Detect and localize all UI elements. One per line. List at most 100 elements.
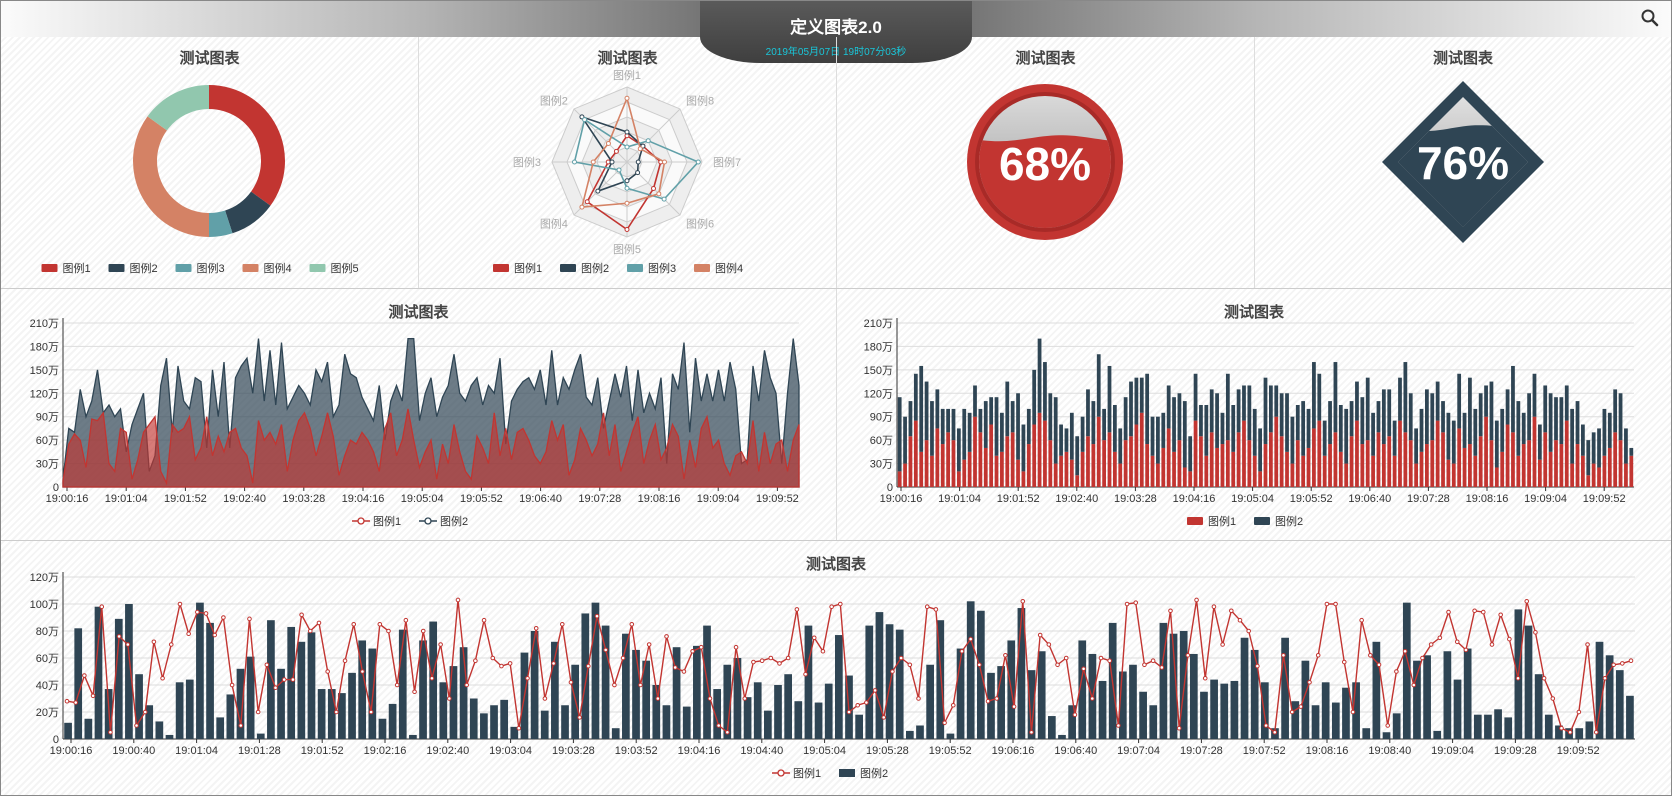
bar [1607,447,1612,487]
line-point [1246,628,1251,634]
legend-swatch [1187,517,1203,525]
bar [1441,401,1445,433]
radar-point [656,191,662,197]
bar [1317,373,1322,421]
bar [1451,463,1456,487]
bar [1091,444,1096,487]
bar [1188,471,1193,487]
line-point [1020,599,1026,604]
line-point [994,696,1000,701]
bar [1263,377,1268,445]
bar [1220,444,1225,487]
bar [903,416,907,464]
line-point [638,682,643,688]
bar [338,693,346,739]
radar-indicator-label: 图例1 [613,68,641,82]
radar-point [624,227,630,232]
line-point [655,696,661,701]
legend-label: 图例1 [63,261,91,275]
x-tick-label: 19:03:28 [1114,493,1157,505]
line-point [142,709,148,715]
y-tick-label: 40万 [36,680,59,692]
bar [935,389,940,429]
bar [1575,401,1580,445]
bar [895,629,904,739]
line-point [803,671,808,677]
line-point [264,662,270,668]
line-point [725,729,730,735]
radar-panel: 测试图表 图例1 图例8 图例7 图例6 图例5 图例4 图例3 图例2 图例1 图例2 图例3 图例… [419,37,836,288]
radar-point [584,199,590,205]
line-point [968,636,973,642]
x-tick-label: 19:00:16 [46,493,89,505]
line-point [151,639,157,645]
bar [1285,393,1289,452]
bar [1075,475,1080,487]
legend-swatch [1254,517,1270,525]
legend-swatch [175,264,192,272]
line-point [342,658,348,663]
bar [1231,405,1236,452]
bar [1338,451,1343,487]
line-point [1298,704,1304,709]
line-point [334,709,339,715]
line-point [603,647,609,653]
bar [256,733,265,739]
line-point [1368,653,1373,658]
bar [1118,463,1123,487]
legend-label: 图例4 [715,261,743,275]
bar [1333,432,1338,487]
line-point [1107,658,1112,663]
radar-point [590,159,596,165]
radar-point [661,196,667,202]
bar [1575,444,1580,487]
line-point [1550,696,1556,701]
bar [1032,369,1037,425]
y-tick-label: 60万 [36,653,59,665]
bar [1199,436,1203,487]
line-point [1359,617,1364,623]
bar [1505,389,1510,425]
bar [1291,701,1300,739]
bar [480,713,488,739]
bar [1048,440,1053,487]
bar [287,626,296,739]
bar [155,721,164,739]
line-point [195,609,200,615]
bar [1295,405,1300,441]
bar [469,698,478,739]
bar [1338,405,1343,452]
bar-panel: 测试图表 0 30万 60万 90万 120万 150万 180万 210万 19:00:16 1… [837,289,1671,540]
bar [1279,436,1284,487]
bar [1053,463,1058,487]
line-point [664,634,669,639]
bar [865,625,874,739]
legend-label: 图例3 [197,261,225,275]
line-point [1037,632,1043,638]
line-point [499,663,504,669]
bar [1398,420,1402,487]
bar [1177,393,1182,441]
radar-point [624,129,630,135]
bar [1342,687,1350,739]
bar [1252,455,1257,487]
search-icon[interactable] [1640,8,1660,28]
line-point [1011,704,1017,709]
line-point [403,617,409,623]
line-point [924,604,930,609]
bar [1435,420,1440,487]
bar [930,401,934,456]
bar [919,451,924,487]
bar [490,705,498,739]
bar [1258,471,1263,487]
radar-point [616,167,622,173]
bar [1268,385,1273,433]
x-tick-label: 19:02:16 [364,745,407,757]
bar [1043,420,1047,487]
line-point [377,621,383,627]
bar [1372,641,1381,739]
line-point [1003,653,1008,658]
line-point [1576,709,1582,715]
bar [1570,408,1575,464]
donut-panel: 测试图表 图例1 图例2 图例3 图例4 图例5 [1,37,418,288]
